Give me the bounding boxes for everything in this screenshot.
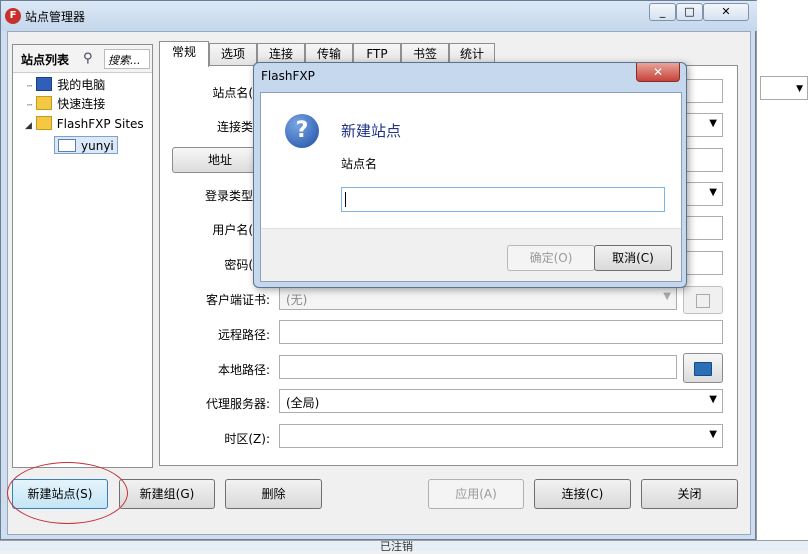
site-tree-header: 站点列表 ⚲ 搜索... — [13, 45, 152, 73]
client-cert-label: 客户端证书: — [205, 293, 270, 307]
dialog-title: FlashFXP — [261, 69, 315, 83]
background-statusbar: 已注销 — [0, 540, 808, 553]
site-tree-title: 站点列表 — [21, 53, 70, 67]
folder-open-icon — [694, 362, 712, 376]
certificate-browse-button[interactable] — [683, 286, 723, 314]
dialog-site-name-label: 站点名 — [341, 157, 378, 171]
apply-button[interactable]: 应用(A) — [428, 479, 524, 509]
dialog-cancel-button[interactable]: 取消(C) — [594, 245, 672, 271]
username-label: 用户名( — [212, 223, 253, 237]
connect-button[interactable]: 连接(C) — [534, 479, 631, 509]
tree-item-label: 我的电脑 — [57, 78, 106, 92]
timezone-label: 时区(Z): — [224, 432, 270, 446]
tree-item-yunyi[interactable]: yunyi — [54, 136, 118, 154]
local-path-field[interactable] — [279, 355, 677, 379]
remote-path-label: 远程路径: — [217, 328, 270, 342]
highlight-ellipse — [7, 462, 128, 524]
folder-icon — [35, 116, 52, 130]
tree-item-label: FlashFXP Sites — [56, 117, 144, 131]
tree-item-label: yunyi — [81, 139, 114, 153]
new-site-dialog: FlashFXP ✕ ? 新建站点 站点名 确定(O) 取消(C) — [253, 62, 687, 288]
client-cert-select[interactable]: (无) ▼ — [279, 286, 677, 310]
local-path-label: 本地路径: — [217, 363, 270, 377]
timezone-select[interactable]: ▼ — [279, 424, 723, 448]
client-cert-value: (无) — [286, 293, 308, 307]
tree-item-flashfxp-sites[interactable]: ◢ FlashFXP Sites — [25, 115, 144, 133]
text-caret — [345, 192, 346, 207]
proxy-select[interactable]: (全局) ▼ — [279, 389, 723, 413]
question-icon: ? — [285, 114, 319, 148]
window-title: 站点管理器 — [25, 10, 86, 24]
dialog-heading: 新建站点 — [341, 122, 402, 140]
title-bar: F 站点管理器 _ □ ✕ — [1, 1, 757, 31]
browse-folder-button[interactable] — [683, 353, 723, 383]
tab-options[interactable]: 选项 — [209, 43, 257, 65]
folder-icon — [36, 96, 53, 110]
dialog-body: ? 新建站点 站点名 确定(O) 取消(C) — [260, 92, 682, 282]
background-status-text: 已注销 — [380, 540, 413, 553]
remote-path-field[interactable] — [279, 320, 723, 344]
login-type-label: 登录类型 — [204, 189, 253, 203]
close-button[interactable]: 关闭 — [641, 479, 738, 509]
background-combo: ▼ — [760, 76, 808, 100]
flashfxp-logo-icon: F — [5, 8, 21, 24]
tree-connector: ┄ — [27, 82, 33, 92]
close-window-button[interactable]: ✕ — [703, 3, 749, 21]
dialog-close-button[interactable]: ✕ — [636, 63, 680, 82]
site-icon — [58, 139, 76, 152]
tree-item-label: 快速连接 — [57, 97, 106, 111]
computer-icon — [36, 77, 53, 91]
proxy-label: 代理服务器: — [205, 397, 270, 411]
site-tree-panel: 站点列表 ⚲ 搜索... ┄ 我的电脑 ┄ 快速连接 ◢ FlashFXP Si… — [12, 44, 153, 468]
site-search-input[interactable]: 搜索... — [104, 49, 150, 69]
proxy-value: (全局) — [286, 396, 320, 410]
password-label: 密码( — [224, 258, 253, 272]
delete-button[interactable]: 删除 — [225, 479, 322, 509]
minimize-button[interactable]: _ — [649, 3, 676, 21]
collapse-triangle-icon[interactable]: ◢ — [25, 121, 32, 131]
site-name-label: 站点名( — [212, 86, 253, 100]
maximize-button[interactable]: □ — [676, 3, 703, 21]
connection-type-label: 连接类 — [216, 120, 253, 134]
tree-item-quick-connect[interactable]: ┄ 快速连接 — [27, 95, 105, 113]
tree-connector: ┄ — [27, 101, 33, 111]
certificate-icon — [696, 294, 710, 308]
tree-item-my-computer[interactable]: ┄ 我的电脑 — [27, 76, 105, 94]
tab-general[interactable]: 常规 — [159, 41, 209, 67]
dialog-site-name-input[interactable] — [341, 187, 665, 212]
dialog-ok-button[interactable]: 确定(O) — [507, 245, 595, 271]
search-icon[interactable]: ⚲ — [83, 51, 93, 66]
new-group-button[interactable]: 新建组(G) — [119, 479, 215, 509]
